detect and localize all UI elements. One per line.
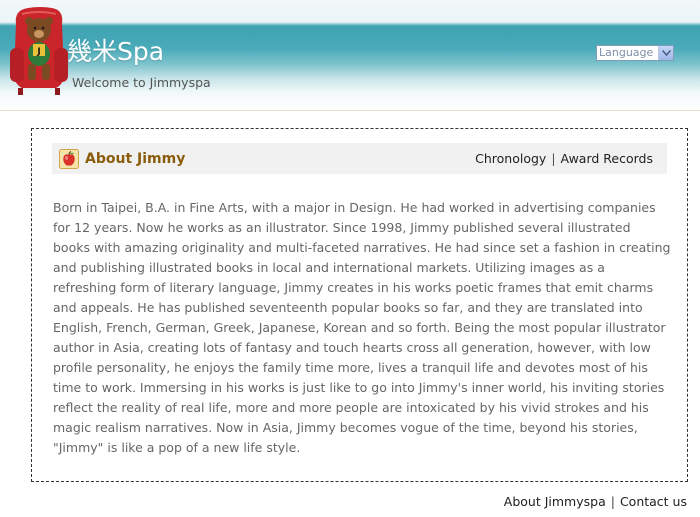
- footer-links: About Jimmyspa | Contact us: [504, 494, 687, 509]
- language-select-label: Language: [599, 46, 654, 59]
- svg-text:J: J: [36, 47, 40, 57]
- biography-text: Born in Taipei, B.A. in Fine Arts, with …: [53, 200, 671, 455]
- language-select[interactable]: Language: [596, 45, 674, 61]
- chevron-down-icon[interactable]: [658, 46, 673, 60]
- site-title[interactable]: 幾米Spa: [67, 32, 164, 68]
- section-links: Chronology | Award Records: [475, 151, 653, 166]
- section-header: About Jimmy Chronology | Award Records: [52, 143, 667, 174]
- footer-separator: |: [610, 494, 615, 509]
- link-separator: |: [551, 151, 556, 166]
- chronology-link[interactable]: Chronology: [475, 151, 546, 166]
- contact-us-link[interactable]: Contact us: [620, 494, 687, 509]
- header-banner: J 幾米Spa Welcome to Jimmyspa Language: [0, 0, 700, 112]
- welcome-text: Welcome to Jimmyspa: [72, 75, 211, 90]
- apple-icon: [59, 148, 79, 169]
- header-divider: [0, 110, 700, 111]
- section-title: About Jimmy: [85, 150, 186, 167]
- about-jimmyspa-link[interactable]: About Jimmyspa: [504, 494, 606, 509]
- bear-armchair-logo[interactable]: J: [8, 4, 70, 96]
- about-content-box: About Jimmy Chronology | Award Records B…: [31, 128, 688, 482]
- award-records-link[interactable]: Award Records: [561, 151, 653, 166]
